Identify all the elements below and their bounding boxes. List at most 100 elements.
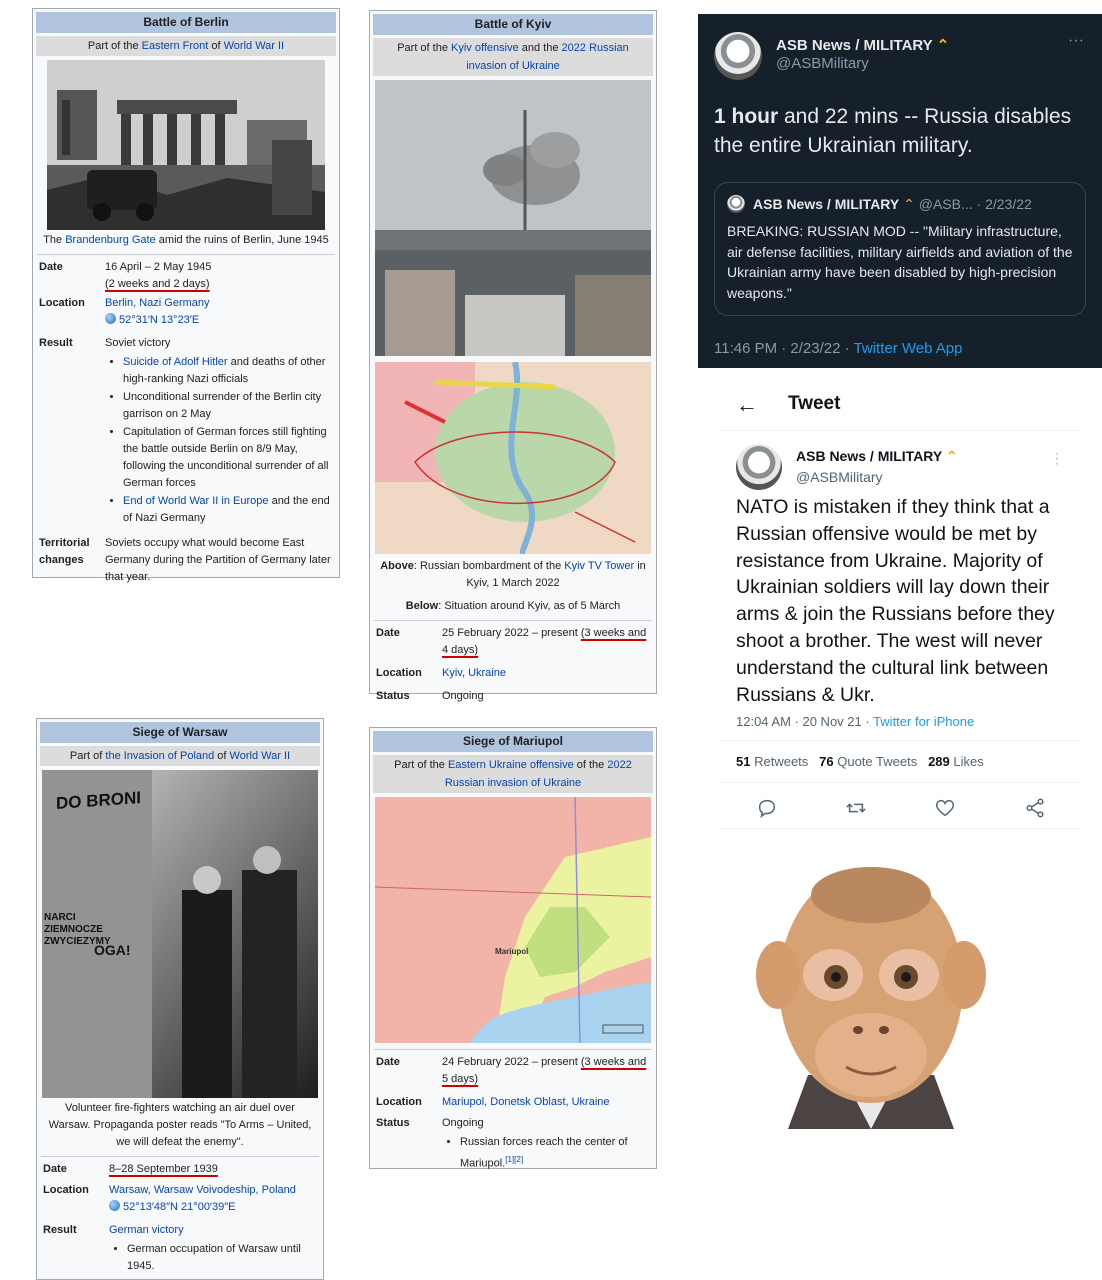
location-link[interactable]: Berlin, Nazi Germany — [105, 295, 335, 312]
avatar[interactable] — [736, 444, 782, 490]
location-link[interactable]: Kyiv, Ukraine — [442, 665, 652, 682]
monkey-face-meme-image — [748, 855, 994, 1129]
tweet-author-handle[interactable]: @ASBMilitary — [796, 469, 883, 485]
tweet-body: 1 hour and 22 mins -- Russia disables th… — [714, 105, 1072, 157]
poster-text-end: OGA! — [94, 942, 131, 958]
status-label: Status — [376, 690, 410, 702]
signal-chevron-icon: ⌃ — [903, 196, 915, 212]
quoted-tweet[interactable]: ASB News / MILITARY ⌃ @ASB... · 2/23/22 … — [714, 182, 1086, 316]
kyiv-tv-tower-photo[interactable] — [375, 80, 651, 356]
divider — [720, 740, 1080, 741]
result-list: Suicide of Adolf Hitler and deaths of ot… — [105, 354, 335, 527]
date-label: Date — [39, 261, 63, 273]
kyiv-map-image — [375, 362, 651, 554]
link-world-war-ii[interactable]: World War II — [224, 40, 285, 52]
date-value: 24 February 2022 – present — [442, 1056, 581, 1068]
status-value: Ongoing — [442, 1117, 484, 1129]
status-list: Russian forces reach the center of Mariu… — [442, 1134, 652, 1173]
berlin-image-caption: The Brandenburg Gate amid the ruins of B… — [43, 234, 329, 246]
link-brandenburg-gate[interactable]: Brandenburg Gate — [65, 234, 156, 246]
source-app-link[interactable]: Twitter for iPhone — [873, 714, 974, 729]
list-item: Capitulation of German forces still figh… — [123, 424, 335, 492]
warsaw-firefighters-photo[interactable]: DO BRONI NARCI ZIEMNOCZE ZWYCIEZYMY OGA! — [42, 770, 318, 1098]
share-icon[interactable] — [1024, 797, 1046, 819]
infobox-title: Siege of Warsaw — [40, 722, 320, 743]
reference-link[interactable]: [1][2] — [505, 1155, 523, 1164]
reply-icon[interactable] — [756, 797, 778, 819]
berlin-location-row: Location Berlin, Nazi Germany 52°31′N 13… — [33, 294, 339, 330]
link-end-of-ww2[interactable]: End of World War II in Europe — [123, 495, 269, 507]
list-item: Russian forces reach the center of Mariu… — [460, 1134, 652, 1173]
divider — [720, 782, 1080, 783]
quoted-tweet-header: ASB News / MILITARY ⌃ @ASB... · 2/23/22 — [753, 196, 1032, 212]
location-label: Location — [39, 297, 85, 309]
infobox-subtitle: Part of the Kyiv offensive and the 2022 … — [373, 38, 653, 76]
avatar[interactable] — [714, 32, 762, 80]
link-kyiv-offensive[interactable]: Kyiv offensive — [451, 42, 519, 54]
location-label: Location — [376, 1096, 422, 1108]
coordinates-link[interactable]: 52°31′N 13°23′E — [105, 312, 335, 329]
territorial-value: Soviets occupy what would become East Ge… — [105, 537, 331, 583]
infobox-title: Battle of Kyiv — [373, 14, 653, 35]
likes-stat[interactable]: 289 Likes — [928, 754, 984, 769]
more-options-icon[interactable]: ··· — [1068, 32, 1084, 50]
kyiv-situation-map[interactable] — [375, 362, 651, 554]
status-label: Status — [376, 1117, 410, 1129]
date-label: Date — [43, 1163, 67, 1175]
back-arrow-icon[interactable]: ← — [736, 392, 758, 418]
quote-tweets-stat[interactable]: 76 Quote Tweets — [819, 754, 917, 769]
result-link[interactable]: German victory — [109, 1222, 319, 1239]
globe-icon — [105, 313, 116, 324]
divider — [37, 254, 335, 255]
result-label: Result — [39, 337, 73, 349]
divider — [374, 1049, 652, 1050]
status-value: Ongoing — [442, 690, 484, 702]
link-eastern-front[interactable]: Eastern Front — [142, 40, 209, 52]
coordinates-link[interactable]: 52°13′48″N 21°00′39″E — [109, 1199, 319, 1216]
tweet-author-handle[interactable]: @ASBMilitary — [776, 55, 869, 72]
link-kyiv-tv-tower[interactable]: Kyiv TV Tower — [564, 560, 634, 572]
date-value: 16 April – 2 May 1945 — [105, 261, 212, 273]
warsaw-location-row: Location Warsaw, Warsaw Voivodeship, Pol… — [37, 1181, 323, 1217]
link-invasion-of-poland[interactable]: the Invasion of Poland — [105, 750, 214, 762]
kyiv-below-caption: Below: Situation around Kyiv, as of 5 Ma… — [405, 600, 621, 612]
infobox-siege-of-warsaw: Siege of Warsaw Part of the Invasion of … — [36, 718, 324, 1280]
list-item: Unconditional surrender of the Berlin ci… — [123, 389, 335, 423]
date-value: 8–28 September 1939 — [109, 1163, 218, 1175]
tweet-body: NATO is mistaken if they think that a Ru… — [736, 496, 1055, 706]
berlin-date-row: Date 16 April – 2 May 1945 (2 weeks and … — [33, 258, 339, 294]
kyiv-location-row: Location Kyiv, Ukraine — [370, 664, 656, 683]
result-label: Result — [43, 1224, 77, 1236]
signal-chevron-icon: ⌃ — [936, 37, 950, 54]
avatar — [727, 195, 745, 213]
berlin-territorial-row: Territorial changes Soviets occupy what … — [33, 534, 339, 587]
like-heart-icon[interactable] — [934, 797, 956, 819]
berlin-ruins-photo[interactable] — [47, 60, 325, 230]
warsaw-image-caption: Volunteer fire-fighters watching an air … — [48, 1102, 312, 1148]
retweet-icon[interactable] — [845, 797, 867, 819]
page-title: Tweet — [788, 393, 841, 414]
dark-tweet-card: ASB News / MILITARY ⌃ @ASBMilitary ··· 1… — [698, 14, 1102, 368]
location-link[interactable]: Mariupol, Donetsk Oblast, Ukraine — [442, 1094, 652, 1111]
map-city-label: Mariupol — [495, 947, 529, 956]
more-options-icon[interactable]: ⋮ — [1050, 450, 1064, 467]
date-label: Date — [376, 627, 400, 639]
source-app-link[interactable]: Twitter Web App — [854, 340, 963, 357]
tweet-author-name[interactable]: ASB News / MILITARY ⌃ — [776, 36, 949, 54]
location-link[interactable]: Warsaw, Warsaw Voivodeship, Poland — [109, 1182, 319, 1199]
infobox-battle-of-berlin: Battle of Berlin Part of the Eastern Fro… — [32, 8, 340, 583]
tweet-author-name[interactable]: ASB News / MILITARY ⌃ — [796, 448, 958, 465]
link-eastern-ukraine-offensive[interactable]: Eastern Ukraine offensive — [448, 759, 574, 771]
infobox-title: Siege of Mariupol — [373, 731, 653, 752]
retweets-stat[interactable]: 51 Retweets — [736, 754, 808, 769]
mariupol-situation-map[interactable]: Mariupol — [375, 797, 651, 1043]
tweet-timestamp: 11:46 PM · 2/23/22 · Twitter Web App — [714, 340, 963, 357]
tweet-stats: 51 Retweets 76 Quote Tweets 289 Likes — [736, 754, 984, 769]
link-world-war-ii[interactable]: World War II — [230, 750, 291, 762]
kyiv-bombardment-image — [375, 80, 651, 356]
list-item: German occupation of Warsaw until 1945. — [127, 1241, 319, 1275]
signal-chevron-icon: ⌃ — [945, 448, 958, 464]
link-suicide-of-hitler[interactable]: Suicide of Adolf Hitler — [123, 356, 228, 368]
divider — [41, 1156, 319, 1157]
list-item: Suicide of Adolf Hitler and deaths of ot… — [123, 354, 335, 388]
